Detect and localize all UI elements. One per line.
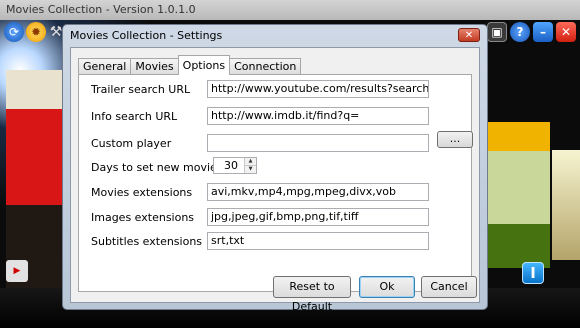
- trailer-search-url-field[interactable]: http://www.youtube.com/results?search_qu…: [207, 80, 429, 98]
- settings-dialog: Movies Collection - Settings ✕ General M…: [62, 24, 488, 313]
- cancel-button[interactable]: Cancel: [421, 276, 477, 298]
- app-title: Movies Collection - Version 1.0.1.0: [0, 0, 580, 20]
- youtube-icon[interactable]: ▶: [6, 260, 28, 282]
- subtitles-extensions-label: Subtitles extensions: [91, 235, 203, 248]
- help-icon[interactable]: ?: [510, 22, 530, 42]
- movie-poster-far-right[interactable]: [552, 150, 580, 260]
- stepper-buttons: ▲ ▼: [244, 158, 256, 173]
- browse-player-button[interactable]: ...: [437, 131, 473, 148]
- images-extensions-field[interactable]: jpg,jpeg,gif,bmp,png,tif,tiff: [207, 208, 429, 226]
- tab-bar: General Movies Options Connection: [78, 55, 302, 75]
- dialog-client-area: General Movies Options Connection Traile…: [70, 47, 480, 313]
- reset-to-default-button[interactable]: Reset to Default: [273, 276, 351, 313]
- refresh-icon[interactable]: ⟳: [4, 22, 24, 42]
- subtitles-extensions-field[interactable]: srt,txt: [207, 232, 429, 250]
- toolbar-left: ⟳ ✹ ⚒: [4, 22, 64, 42]
- movies-extensions-label: Movies extensions: [91, 186, 193, 199]
- dialog-title: Movies Collection - Settings: [70, 29, 223, 42]
- movie-poster-left[interactable]: [6, 70, 64, 288]
- days-new-movie-stepper[interactable]: 30 ▲ ▼: [213, 157, 257, 174]
- info-search-url-field[interactable]: http://www.imdb.it/find?q=: [207, 107, 429, 125]
- close-icon[interactable]: ✕: [556, 22, 576, 42]
- custom-player-field[interactable]: [207, 134, 429, 152]
- days-new-movie-value[interactable]: 30: [224, 159, 238, 172]
- custom-player-label: Custom player: [91, 137, 172, 150]
- ok-button[interactable]: Ok: [359, 276, 415, 298]
- movie-poster-right[interactable]: [488, 122, 550, 268]
- dialog-close-button[interactable]: ✕: [458, 28, 480, 42]
- toolbar-right: ▣ ? – ✕: [487, 22, 576, 42]
- film-icon[interactable]: ▣: [487, 22, 507, 42]
- movies-extensions-field[interactable]: avi,mkv,mp4,mpg,mpeg,divx,vob: [207, 183, 429, 201]
- info-search-url-label: Info search URL: [91, 110, 178, 123]
- sun-icon[interactable]: ✹: [26, 22, 46, 42]
- images-extensions-label: Images extensions: [91, 211, 195, 224]
- info-icon[interactable]: I: [522, 262, 544, 284]
- tab-connection[interactable]: Connection: [229, 58, 302, 75]
- stepper-up-icon[interactable]: ▲: [245, 158, 256, 166]
- minimize-icon[interactable]: –: [533, 22, 553, 42]
- days-new-movie-label: Days to set new movie: [91, 161, 217, 174]
- tab-options[interactable]: Options: [177, 55, 231, 75]
- stepper-down-icon[interactable]: ▼: [245, 166, 256, 173]
- tab-general[interactable]: General: [78, 58, 132, 75]
- trailer-search-url-label: Trailer search URL: [91, 83, 191, 96]
- tab-movies[interactable]: Movies: [130, 58, 179, 75]
- options-panel: Trailer search URL http://www.youtube.co…: [78, 74, 473, 292]
